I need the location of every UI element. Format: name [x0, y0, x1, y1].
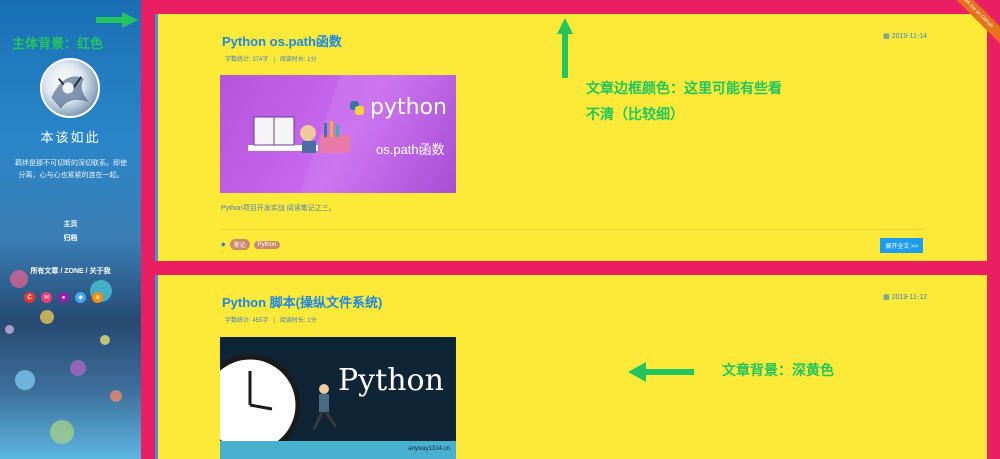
post-card: Python 脚本(操纵文件系统) ▦ 2019-11-12 字数统计: 455…	[155, 275, 987, 459]
tag-item[interactable]: Python	[253, 240, 281, 249]
sidebar: 主体背景：红色 本该如此 羁绊是那不可切断的深切联系。即使分离，心与心也紧紧的连…	[0, 0, 141, 459]
read-more-button[interactable]: 展开全文 >>	[880, 238, 923, 253]
post-meta: 字数统计: 374字 | 阅读时长: 1分	[225, 57, 317, 63]
github-ribbon[interactable]: Fork me on GitHub	[940, 0, 1000, 60]
links-line[interactable]: 所有文章 / ZONE / 关于我	[0, 266, 141, 276]
zone-icon[interactable]: ◆	[75, 292, 86, 303]
calendar-icon: ▦	[883, 33, 890, 40]
mail-icon[interactable]: ✉	[41, 292, 52, 303]
tag-icon: ◆	[221, 242, 226, 248]
post-thumbnail[interactable]: python os.path函数	[220, 75, 456, 193]
python-logo-icon	[348, 99, 366, 117]
nav-archive[interactable]: 归档	[0, 233, 141, 243]
avatar[interactable]	[40, 58, 100, 118]
site-motto: 羁绊是那不可切断的深切联系。即使分离，心与心也紧紧的连在一起。	[15, 160, 127, 179]
post-tags: ◆ 笔记 Python	[221, 239, 281, 250]
annotation-border-color: 文章边框颜色：这里可能有些看	[586, 81, 782, 97]
annotation-border-color-cont: 不清（比较细）	[586, 107, 684, 123]
calendar-icon: ▦	[883, 294, 890, 301]
post-summary: Python项目开发实战 阅读笔记之三。	[221, 205, 336, 212]
csdn-icon[interactable]: C	[24, 292, 35, 303]
site-name[interactable]: 本该如此	[0, 127, 141, 146]
arrow-right-icon	[96, 12, 138, 28]
post-meta: 字数统计: 455字 | 阅读时长: 1分	[225, 318, 317, 324]
post-date: ▦ 2019-11-14	[883, 33, 927, 40]
github-icon[interactable]: ●	[58, 292, 69, 303]
nav-home[interactable]: 主页	[0, 219, 141, 229]
post-thumbnail[interactable]: Python anyway1314.cn	[220, 337, 456, 459]
post-title[interactable]: Python 脚本(操纵文件系统)	[222, 292, 382, 311]
annotation-article-bg: 文章背景：深黄色	[722, 363, 834, 379]
tag-item[interactable]: 笔记	[229, 239, 250, 250]
rss-icon[interactable]: ≋	[92, 292, 103, 303]
social-links: C ✉ ● ◆ ≋	[24, 292, 103, 303]
post-title[interactable]: Python os.path函数	[222, 31, 342, 50]
arrow-left-icon	[628, 362, 694, 382]
post-date: ▦ 2019-11-12	[883, 294, 927, 301]
annotation-body-bg: 主体背景：红色	[12, 37, 104, 52]
arrow-up-icon	[557, 18, 573, 78]
sidebar-background-bokeh	[0, 250, 141, 459]
